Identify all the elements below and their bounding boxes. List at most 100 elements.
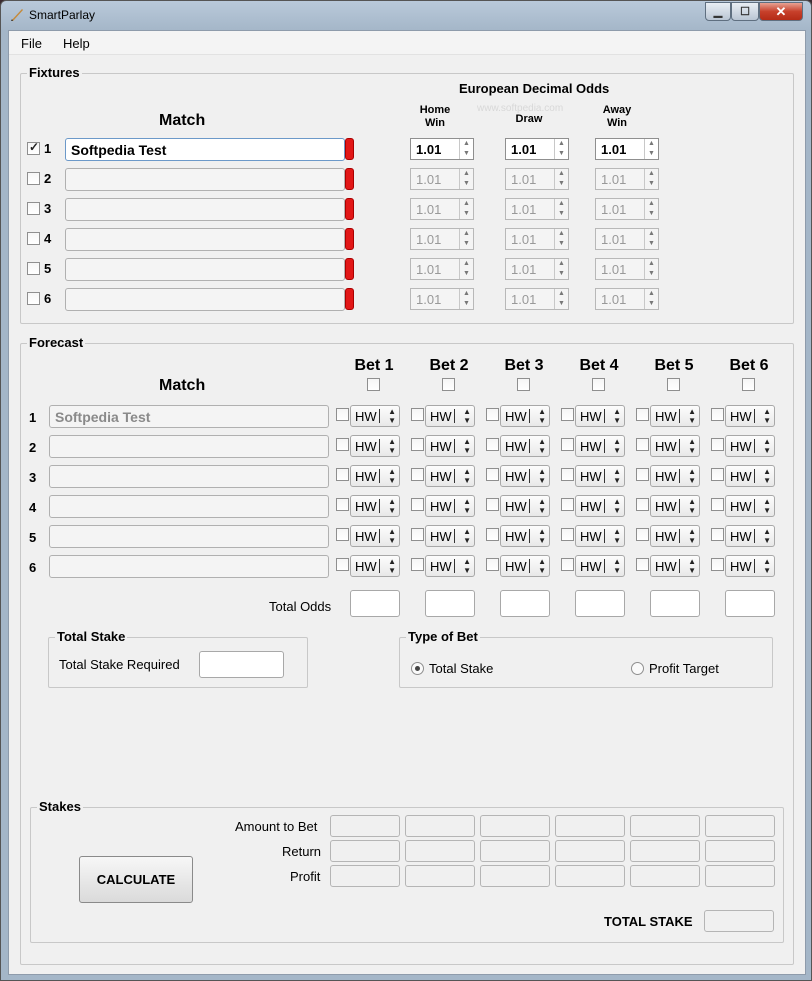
outcome-select[interactable]: HW ▲ ▼ bbox=[725, 495, 775, 517]
spin-arrows-icon[interactable]: ▲ ▼ bbox=[644, 259, 658, 279]
close-button[interactable]: ✕ bbox=[759, 2, 803, 21]
updown-arrows-icon[interactable]: ▲ ▼ bbox=[763, 527, 771, 545]
bet-selection-checkbox[interactable] bbox=[711, 468, 724, 481]
bet-selection-checkbox[interactable] bbox=[636, 498, 649, 511]
menu-help[interactable]: Help bbox=[63, 36, 90, 51]
updown-arrows-icon[interactable]: ▲ ▼ bbox=[463, 407, 471, 425]
bet-selection-checkbox[interactable] bbox=[411, 498, 424, 511]
home-odds-spinner[interactable]: 1.01 ▲ ▼ bbox=[410, 258, 474, 280]
home-odds-spinner[interactable]: 1.01 ▲ ▼ bbox=[410, 198, 474, 220]
away-odds-spinner[interactable]: 1.01 ▲ ▼ bbox=[595, 138, 659, 160]
outcome-select[interactable]: HW ▲ ▼ bbox=[425, 405, 475, 427]
fixture-match-input[interactable] bbox=[65, 288, 345, 311]
minimize-button[interactable]: ▁ bbox=[705, 2, 731, 21]
updown-arrows-icon[interactable]: ▲ ▼ bbox=[538, 437, 546, 455]
updown-arrows-icon[interactable]: ▲ ▼ bbox=[763, 437, 771, 455]
bet-selection-checkbox[interactable] bbox=[561, 498, 574, 511]
bet-selection-checkbox[interactable] bbox=[711, 438, 724, 451]
updown-arrows-icon[interactable]: ▲ ▼ bbox=[688, 437, 696, 455]
outcome-select[interactable]: HW ▲ ▼ bbox=[500, 405, 550, 427]
updown-arrows-icon[interactable]: ▲ ▼ bbox=[613, 407, 621, 425]
home-odds-spinner[interactable]: 1.01 ▲ ▼ bbox=[410, 228, 474, 250]
spin-arrows-icon[interactable]: ▲ ▼ bbox=[554, 139, 568, 159]
outcome-select[interactable]: HW ▲ ▼ bbox=[725, 435, 775, 457]
bet-selection-checkbox[interactable] bbox=[711, 528, 724, 541]
updown-arrows-icon[interactable]: ▲ ▼ bbox=[688, 407, 696, 425]
updown-arrows-icon[interactable]: ▲ ▼ bbox=[613, 527, 621, 545]
bet-selection-checkbox[interactable] bbox=[411, 558, 424, 571]
updown-arrows-icon[interactable]: ▲ ▼ bbox=[763, 497, 771, 515]
spin-arrows-icon[interactable]: ▲ ▼ bbox=[554, 199, 568, 219]
outcome-select[interactable]: HW ▲ ▼ bbox=[575, 405, 625, 427]
bet-selection-checkbox[interactable] bbox=[411, 438, 424, 451]
outcome-select[interactable]: HW ▲ ▼ bbox=[350, 465, 400, 487]
spin-arrows-icon[interactable]: ▲ ▼ bbox=[644, 289, 658, 309]
updown-arrows-icon[interactable]: ▲ ▼ bbox=[613, 467, 621, 485]
updown-arrows-icon[interactable]: ▲ ▼ bbox=[538, 557, 546, 575]
bet-selection-checkbox[interactable] bbox=[561, 558, 574, 571]
draw-odds-spinner[interactable]: 1.01 ▲ ▼ bbox=[505, 198, 569, 220]
spin-arrows-icon[interactable]: ▲ ▼ bbox=[459, 229, 473, 249]
updown-arrows-icon[interactable]: ▲ ▼ bbox=[613, 437, 621, 455]
bet-selection-checkbox[interactable] bbox=[561, 408, 574, 421]
fixture-match-input[interactable] bbox=[65, 198, 345, 221]
bet-selection-checkbox[interactable] bbox=[336, 468, 349, 481]
outcome-select[interactable]: HW ▲ ▼ bbox=[575, 555, 625, 577]
bet-selection-checkbox[interactable] bbox=[711, 408, 724, 421]
bet-select-all-checkbox[interactable] bbox=[442, 378, 455, 391]
total-stake-radio[interactable] bbox=[411, 662, 424, 675]
outcome-select[interactable]: HW ▲ ▼ bbox=[350, 435, 400, 457]
updown-arrows-icon[interactable]: ▲ ▼ bbox=[763, 467, 771, 485]
updown-arrows-icon[interactable]: ▲ ▼ bbox=[388, 557, 396, 575]
updown-arrows-icon[interactable]: ▲ ▼ bbox=[388, 407, 396, 425]
bet-selection-checkbox[interactable] bbox=[561, 468, 574, 481]
outcome-select[interactable]: HW ▲ ▼ bbox=[725, 405, 775, 427]
outcome-select[interactable]: HW ▲ ▼ bbox=[500, 495, 550, 517]
bet-selection-checkbox[interactable] bbox=[336, 408, 349, 421]
outcome-select[interactable]: HW ▲ ▼ bbox=[350, 495, 400, 517]
bet-selection-checkbox[interactable] bbox=[336, 498, 349, 511]
outcome-select[interactable]: HW ▲ ▼ bbox=[575, 495, 625, 517]
updown-arrows-icon[interactable]: ▲ ▼ bbox=[763, 407, 771, 425]
spin-arrows-icon[interactable]: ▲ ▼ bbox=[644, 199, 658, 219]
bet-selection-checkbox[interactable] bbox=[486, 498, 499, 511]
updown-arrows-icon[interactable]: ▲ ▼ bbox=[463, 497, 471, 515]
spin-arrows-icon[interactable]: ▲ ▼ bbox=[459, 139, 473, 159]
bet-selection-checkbox[interactable] bbox=[636, 438, 649, 451]
draw-odds-spinner[interactable]: 1.01 ▲ ▼ bbox=[505, 228, 569, 250]
outcome-select[interactable]: HW ▲ ▼ bbox=[650, 435, 700, 457]
total-stake-input[interactable] bbox=[199, 651, 284, 678]
outcome-select[interactable]: HW ▲ ▼ bbox=[650, 495, 700, 517]
outcome-select[interactable]: HW ▲ ▼ bbox=[575, 465, 625, 487]
bet-selection-checkbox[interactable] bbox=[336, 528, 349, 541]
outcome-select[interactable]: HW ▲ ▼ bbox=[350, 405, 400, 427]
bet-selection-checkbox[interactable] bbox=[411, 468, 424, 481]
spin-arrows-icon[interactable]: ▲ ▼ bbox=[459, 259, 473, 279]
bet-selection-checkbox[interactable] bbox=[711, 498, 724, 511]
outcome-select[interactable]: HW ▲ ▼ bbox=[425, 555, 475, 577]
updown-arrows-icon[interactable]: ▲ ▼ bbox=[688, 527, 696, 545]
spin-arrows-icon[interactable]: ▲ ▼ bbox=[554, 289, 568, 309]
maximize-button[interactable]: ☐ bbox=[731, 2, 759, 21]
draw-odds-spinner[interactable]: 1.01 ▲ ▼ bbox=[505, 258, 569, 280]
bet-selection-checkbox[interactable] bbox=[561, 438, 574, 451]
bet-selection-checkbox[interactable] bbox=[486, 558, 499, 571]
spin-arrows-icon[interactable]: ▲ ▼ bbox=[644, 169, 658, 189]
bet-selection-checkbox[interactable] bbox=[336, 558, 349, 571]
spin-arrows-icon[interactable]: ▲ ▼ bbox=[644, 139, 658, 159]
outcome-select[interactable]: HW ▲ ▼ bbox=[725, 555, 775, 577]
menu-file[interactable]: File bbox=[21, 36, 42, 51]
fixture-checkbox[interactable] bbox=[27, 202, 40, 215]
updown-arrows-icon[interactable]: ▲ ▼ bbox=[463, 527, 471, 545]
updown-arrows-icon[interactable]: ▲ ▼ bbox=[538, 527, 546, 545]
fixture-checkbox[interactable] bbox=[27, 262, 40, 275]
outcome-select[interactable]: HW ▲ ▼ bbox=[425, 525, 475, 547]
bet-selection-checkbox[interactable] bbox=[636, 528, 649, 541]
calculate-button[interactable]: CALCULATE bbox=[79, 856, 193, 903]
outcome-select[interactable]: HW ▲ ▼ bbox=[350, 555, 400, 577]
draw-odds-spinner[interactable]: 1.01 ▲ ▼ bbox=[505, 288, 569, 310]
outcome-select[interactable]: HW ▲ ▼ bbox=[425, 435, 475, 457]
fixture-match-input[interactable]: Softpedia Test bbox=[65, 138, 345, 161]
bet-select-all-checkbox[interactable] bbox=[742, 378, 755, 391]
outcome-select[interactable]: HW ▲ ▼ bbox=[725, 525, 775, 547]
